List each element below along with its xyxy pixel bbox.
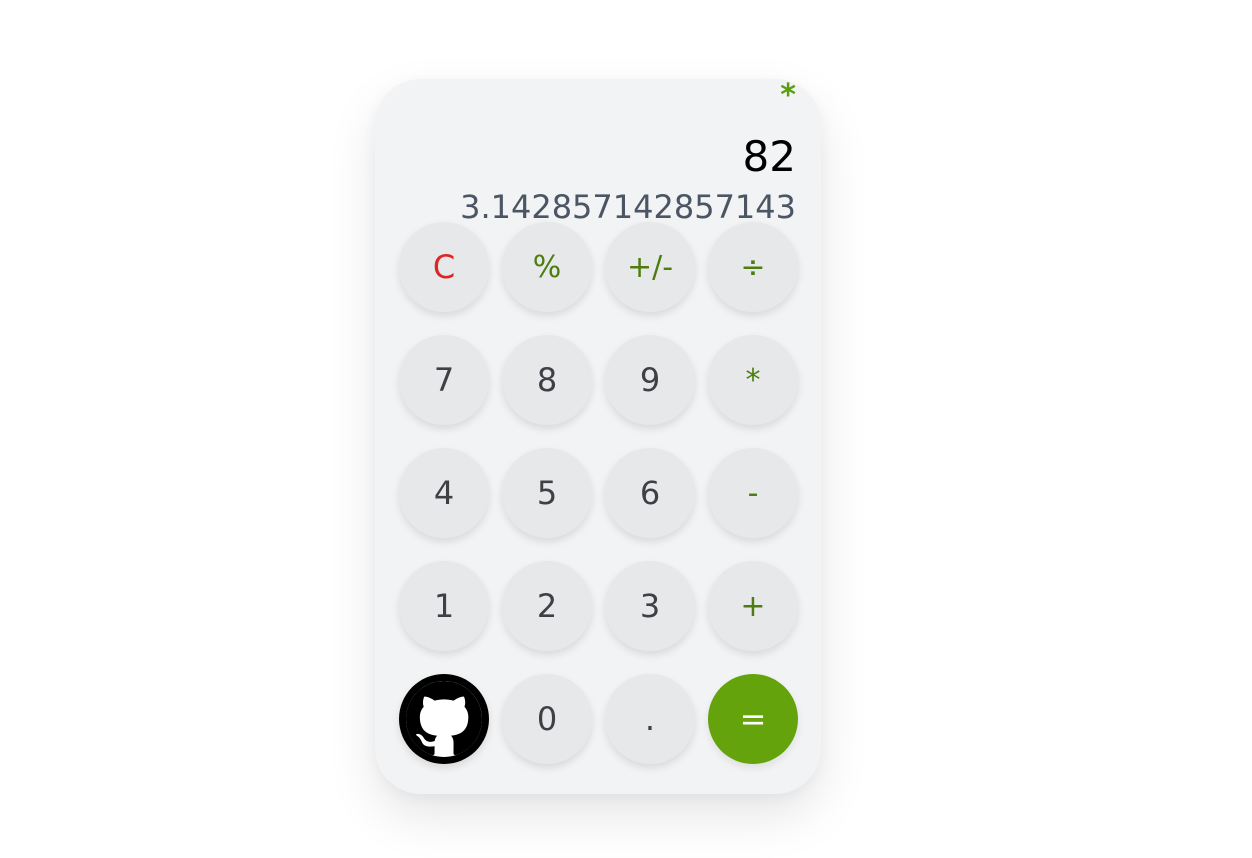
percent-button[interactable]: % bbox=[502, 222, 592, 312]
digit-6-button[interactable]: 6 bbox=[605, 448, 695, 538]
github-octocat-icon bbox=[406, 681, 482, 756]
keypad: C % +/- ÷ 7 8 9 * 4 5 6 - 1 2 3 + 0 . = bbox=[399, 222, 798, 764]
clear-button[interactable]: C bbox=[399, 222, 489, 312]
digit-5-button[interactable]: 5 bbox=[502, 448, 592, 538]
divide-button[interactable]: ÷ bbox=[708, 222, 798, 312]
subtract-button[interactable]: - bbox=[708, 448, 798, 538]
digit-4-button[interactable]: 4 bbox=[399, 448, 489, 538]
digit-7-button[interactable]: 7 bbox=[399, 335, 489, 425]
digit-2-button[interactable]: 2 bbox=[502, 561, 592, 651]
operator-indicator: * bbox=[780, 78, 796, 113]
current-value-display: 82 bbox=[742, 132, 796, 181]
equals-button[interactable]: = bbox=[708, 674, 798, 764]
add-button[interactable]: + bbox=[708, 561, 798, 651]
digit-3-button[interactable]: 3 bbox=[605, 561, 695, 651]
github-icon bbox=[406, 681, 482, 757]
negate-button[interactable]: +/- bbox=[605, 222, 695, 312]
digit-0-button[interactable]: 0 bbox=[502, 674, 592, 764]
decimal-button[interactable]: . bbox=[605, 674, 695, 764]
digit-8-button[interactable]: 8 bbox=[502, 335, 592, 425]
digit-9-button[interactable]: 9 bbox=[605, 335, 695, 425]
github-link-button[interactable] bbox=[399, 674, 489, 764]
digit-1-button[interactable]: 1 bbox=[399, 561, 489, 651]
calculator-panel: * 82 3.142857142857143 C % +/- ÷ 7 8 9 *… bbox=[375, 79, 821, 794]
multiply-button[interactable]: * bbox=[708, 335, 798, 425]
